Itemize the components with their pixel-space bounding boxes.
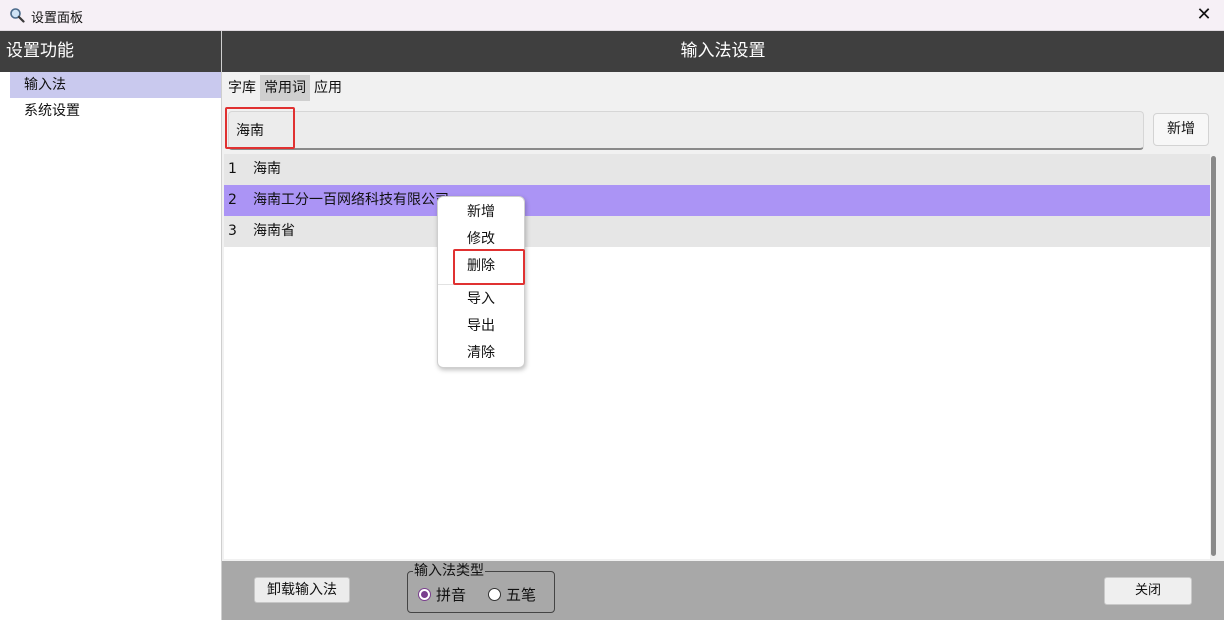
add-button[interactable]: 新增 [1153,113,1209,146]
menu-item-export[interactable]: 导出 [438,313,524,339]
radio-wubi-label: 五笔 [506,586,537,604]
menu-item-clear[interactable]: 清除 [438,340,524,366]
list-item-text: 海南工分一百网络科技有限公司 [253,192,449,208]
tab-bar: 字库 常用词 应用 [224,75,346,101]
list-item-selected[interactable]: 2 海南工分一百网络科技有限公司 [224,185,1210,216]
sidebar: 设置功能 输入法 系统设置 [0,31,222,620]
tab-dictionary[interactable]: 字库 [224,75,260,101]
tab-common-words[interactable]: 常用词 [260,75,310,101]
list-item-text: 海南 [253,161,281,177]
page-title: 输入法设置 [222,31,1224,72]
close-button[interactable]: 关闭 [1104,577,1192,605]
list-item-text: 海南省 [253,223,295,239]
menu-item-delete[interactable]: 删除 [438,253,524,279]
ime-type-group: 输入法类型 拼音 五笔 [407,563,555,613]
menu-divider [438,284,524,285]
radio-checked-icon [418,588,431,601]
word-list: 1 海南 2 海南工分一百网络科技有限公司 3 海南省 [224,154,1210,559]
search-input[interactable] [229,112,1118,148]
scrollbar-thumb[interactable] [1211,156,1216,556]
radio-unchecked-icon [488,588,501,601]
ime-type-legend: 输入法类型 [413,563,485,579]
search-field-wrapper [228,111,1144,150]
menu-item-edit[interactable]: 修改 [438,226,524,252]
main-panel: 输入法设置 字库 常用词 应用 新增 1 海南 2 海南工分一百网络科技有限公司… [222,31,1224,620]
menu-item-import[interactable]: 导入 [438,286,524,312]
context-menu: 新增 修改 删除 导入 导出 清除 [437,196,525,368]
list-item[interactable]: 1 海南 [224,154,1210,185]
radio-pinyin-label: 拼音 [436,586,467,604]
sidebar-item-system-settings[interactable]: 系统设置 [10,98,221,124]
sidebar-item-ime[interactable]: 输入法 [10,72,221,98]
magnifier-icon [10,8,25,23]
close-icon[interactable]: ✕ [1192,3,1216,27]
list-item[interactable]: 3 海南省 [224,216,1210,247]
title-bar: 设置面板 ✕ [0,0,1224,31]
tab-applications[interactable]: 应用 [310,75,346,101]
menu-item-add[interactable]: 新增 [438,199,524,225]
bottom-bar: 卸载输入法 输入法类型 拼音 五笔 关闭 [222,561,1224,620]
window-title: 设置面板 [31,11,84,26]
sidebar-header: 设置功能 [0,31,221,72]
list-item-index: 2 [228,192,237,208]
list-item-index: 1 [228,161,237,177]
list-scrollbar[interactable] [1210,154,1216,559]
uninstall-ime-button[interactable]: 卸载输入法 [254,577,350,603]
list-item-index: 3 [228,223,237,239]
